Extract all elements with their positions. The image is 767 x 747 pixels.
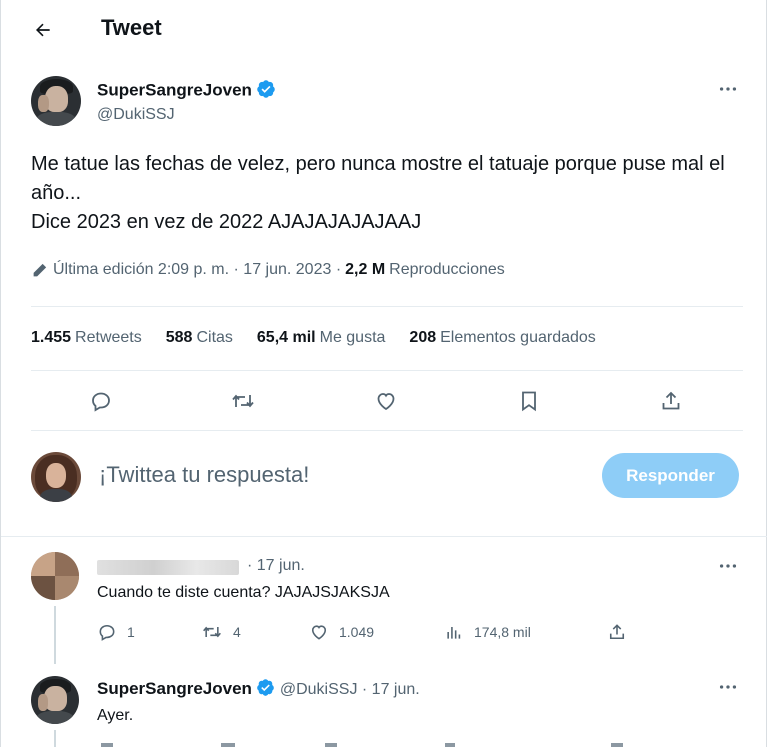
reply-button[interactable] <box>85 385 117 417</box>
tweet-page: Tweet SuperSangreJoven @DukiSSJ Me tatue… <box>0 0 767 747</box>
reply-author-name-blurred <box>97 560 239 575</box>
reply-text: Ayer. <box>97 707 134 724</box>
reply-icon <box>99 624 115 641</box>
like-count: 1.049 <box>339 624 375 640</box>
partial-actions-row <box>101 743 623 747</box>
view-count: 174,8 mil <box>474 624 531 640</box>
reply-date[interactable]: · 17 jun. <box>247 557 305 575</box>
author-handle[interactable]: @DukiSSJ <box>97 106 175 124</box>
more-icon <box>719 87 737 91</box>
tweet-text-line-1: Me tatue las fechas de velez, pero nunca… <box>31 153 725 204</box>
bookmarks-stat[interactable]: 208 Elementos guardados <box>409 329 595 347</box>
more-icon <box>719 564 737 568</box>
back-button[interactable] <box>27 14 59 46</box>
reply-author-name[interactable]: SuperSangreJoven <box>97 679 252 698</box>
retweet-button[interactable] <box>227 385 259 417</box>
current-user-avatar[interactable] <box>31 452 81 502</box>
more-options-button[interactable] <box>717 78 739 105</box>
divider <box>31 306 743 307</box>
share-button[interactable] <box>607 622 627 642</box>
tweet-text: Me tatue las fechas de velez, pero nunca… <box>31 150 751 237</box>
views-button[interactable]: 174,8 mil <box>444 622 531 642</box>
like-button[interactable] <box>370 385 402 417</box>
like-button[interactable]: 1.049 <box>309 622 374 642</box>
more-options-button[interactable] <box>717 555 739 582</box>
retweet-button[interactable]: 4 <box>201 622 241 642</box>
reply-header: SuperSangreJoven @DukiSSJ · 17 jun. <box>97 678 420 702</box>
pencil-icon <box>33 263 47 277</box>
edited-timestamp[interactable]: Última edición 2:09 p. m. · 17 jun. 2023… <box>53 261 341 279</box>
reply-icon <box>92 392 110 412</box>
verified-badge-icon <box>256 79 276 104</box>
bookmark-icon <box>522 391 536 412</box>
thread-line <box>54 606 56 664</box>
reply-date[interactable]: · 17 jun. <box>362 681 420 698</box>
reply-button[interactable]: 1 <box>97 622 135 642</box>
divider <box>31 370 743 371</box>
author-name[interactable]: SuperSangreJoven <box>97 81 252 100</box>
tweet-actions <box>31 381 743 421</box>
views-label: Reproducciones <box>389 261 505 278</box>
back-arrow-icon <box>36 23 50 37</box>
share-button[interactable] <box>655 385 687 417</box>
views-icon <box>447 627 461 639</box>
verified-badge-icon <box>256 678 275 702</box>
header: Tweet <box>1 0 767 58</box>
retweets-stat[interactable]: 1.455 Retweets <box>31 329 142 347</box>
share-icon <box>662 391 680 410</box>
thread-line <box>54 730 56 747</box>
reply-author-avatar[interactable] <box>31 676 79 724</box>
reply-text: Cuando te diste cuenta? JAJAJSJAKSJA <box>97 584 390 601</box>
views-count: 2,2 M <box>345 261 386 278</box>
reply-author-avatar[interactable] <box>31 552 79 600</box>
share-icon <box>609 624 625 640</box>
divider <box>31 430 743 431</box>
tweet-text-line-2: Dice 2023 en vez de 2022 AJAJAJAJAJAAJ <box>31 211 422 233</box>
tweet-meta: Última edición 2:09 p. m. · 17 jun. 2023… <box>31 261 505 279</box>
like-icon <box>377 393 395 411</box>
reply-author-handle[interactable]: @DukiSSJ <box>280 681 358 698</box>
retweet-icon <box>203 626 221 638</box>
tweet-stats: 1.455 Retweets 588 Citas 65,4 mil Me gusta … <box>31 329 596 347</box>
reply-input[interactable]: ¡Twittea tu respuesta! <box>99 462 309 488</box>
reply-count: 1 <box>127 624 135 640</box>
page-title: Tweet <box>101 15 162 40</box>
more-options-button[interactable] <box>717 676 739 703</box>
like-icon <box>311 625 327 640</box>
reply-submit-button[interactable]: Responder <box>602 453 739 498</box>
divider <box>1 536 767 537</box>
retweet-icon <box>232 394 254 408</box>
quotes-stat[interactable]: 588 Citas <box>166 329 233 347</box>
author-avatar[interactable] <box>31 76 81 126</box>
bookmark-button[interactable] <box>513 385 545 417</box>
retweet-count: 4 <box>233 624 241 640</box>
likes-stat[interactable]: 65,4 mil Me gusta <box>257 329 386 347</box>
more-icon <box>719 685 737 689</box>
